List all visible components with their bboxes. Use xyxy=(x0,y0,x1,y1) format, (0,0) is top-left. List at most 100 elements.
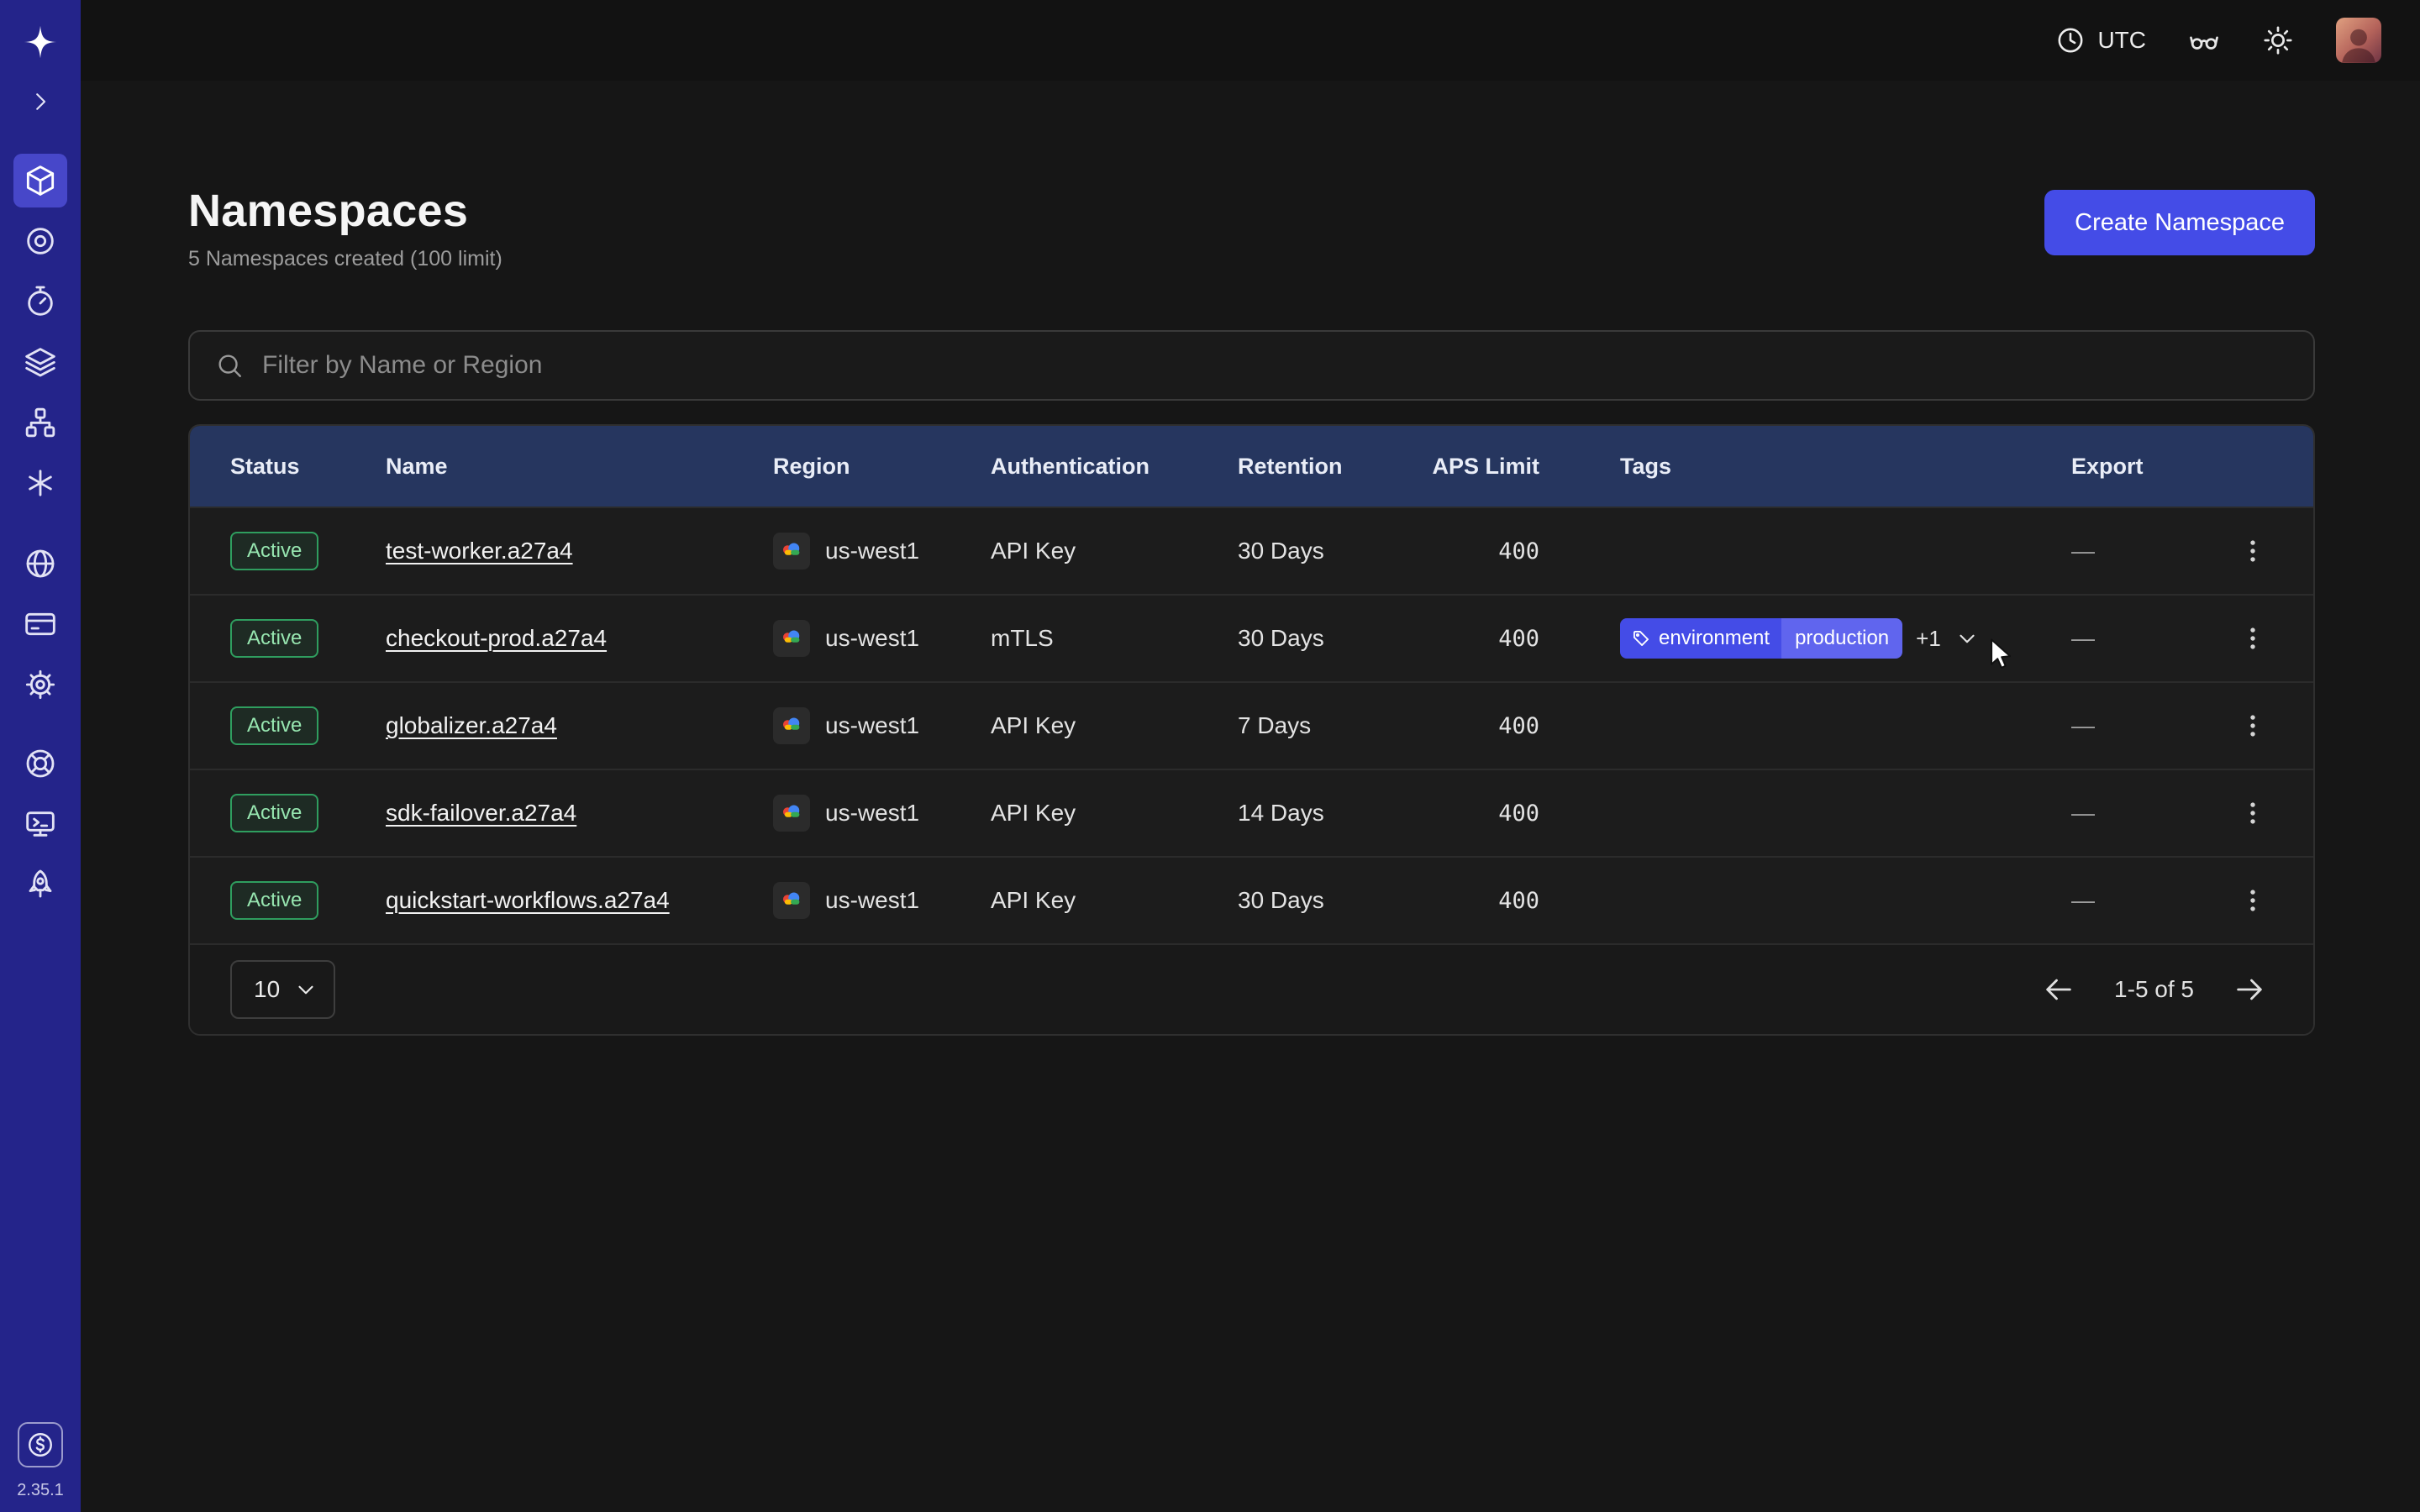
column-header-retention: Retention xyxy=(1197,454,1413,480)
sidebar-item-schedules[interactable] xyxy=(13,275,67,328)
sidebar-item-namespaces[interactable] xyxy=(13,154,67,207)
sidebar-item-usage[interactable] xyxy=(18,1422,63,1467)
retention-label: 7 Days xyxy=(1197,712,1413,739)
status-badge: Active xyxy=(230,881,318,920)
sidebar-item-billing[interactable] xyxy=(13,597,67,651)
monitor-icon xyxy=(24,807,57,841)
sidebar-item-getting-started[interactable] xyxy=(13,858,67,911)
page-heading-block: Namespaces 5 Namespaces created (100 lim… xyxy=(188,185,502,271)
gcp-icon xyxy=(773,882,810,919)
page-size-value: 10 xyxy=(254,976,280,1003)
gcp-icon xyxy=(773,707,810,744)
tag-key: environment xyxy=(1659,627,1770,650)
sidebar-item-batch-operations[interactable] xyxy=(13,456,67,510)
chevron-down-icon[interactable] xyxy=(1954,626,1980,651)
column-header-aps-limit: APS Limit xyxy=(1413,454,1580,480)
main-content: Namespaces 5 Namespaces created (100 lim… xyxy=(188,81,2315,1036)
aps-limit-value: 400 xyxy=(1413,713,1580,739)
sidebar-item-regions[interactable] xyxy=(13,537,67,591)
sidebar-item-workflows[interactable] xyxy=(13,396,67,449)
page-subtitle: 5 Namespaces created (100 limit) xyxy=(188,247,502,271)
kebab-menu-button[interactable] xyxy=(2229,615,2276,662)
gcp-icon xyxy=(773,533,810,570)
next-page-button[interactable] xyxy=(2233,973,2266,1006)
search-bar xyxy=(188,330,2315,401)
status-badge: Active xyxy=(230,706,318,745)
region-label: us-west1 xyxy=(825,538,919,564)
table-footer: 10 1-5 of 5 xyxy=(190,943,2313,1034)
column-header-export: Export xyxy=(2031,454,2192,480)
retention-label: 14 Days xyxy=(1197,800,1413,827)
dollar-icon xyxy=(26,1431,55,1459)
globe-icon xyxy=(24,547,57,580)
kebab-menu-button[interactable] xyxy=(2229,528,2276,575)
table-row: Active test-worker.a27a4 us-west1 API Ke… xyxy=(190,507,2313,594)
kebab-menu-button[interactable] xyxy=(2229,702,2276,749)
kebab-menu-button[interactable] xyxy=(2229,877,2276,924)
kebab-menu-button[interactable] xyxy=(2229,790,2276,837)
theme-toggle-sun-icon[interactable] xyxy=(2262,24,2294,56)
temporal-logo[interactable] xyxy=(13,15,67,69)
sidebar-item-settings[interactable] xyxy=(13,658,67,711)
rocket-icon xyxy=(24,868,57,901)
create-namespace-button[interactable]: Create Namespace xyxy=(2044,190,2315,255)
status-badge: Active xyxy=(230,794,318,832)
topbar: UTC xyxy=(81,0,2420,81)
table-row: Active quickstart-workflows.a27a4 us-wes… xyxy=(190,856,2313,943)
page-title: Namespaces xyxy=(188,185,502,237)
sidebar-item-monitor[interactable] xyxy=(13,797,67,851)
sidebar-nav-primary xyxy=(13,154,67,510)
gcp-icon xyxy=(773,795,810,832)
sidebar-item-deployments[interactable] xyxy=(13,335,67,389)
auth-label: API Key xyxy=(950,538,1197,564)
namespace-link[interactable]: quickstart-workflows.a27a4 xyxy=(386,887,670,914)
retention-label: 30 Days xyxy=(1197,625,1413,652)
timer-icon xyxy=(24,285,57,318)
concentric-circles-icon xyxy=(24,224,57,258)
tag-more-count: +1 xyxy=(1916,626,1941,652)
table-row: Active sdk-failover.a27a4 us-west1 API K… xyxy=(190,769,2313,856)
sidebar-item-support[interactable] xyxy=(13,737,67,790)
auth-label: mTLS xyxy=(950,625,1197,652)
namespace-link[interactable]: test-worker.a27a4 xyxy=(386,538,573,564)
credit-card-icon xyxy=(24,607,57,641)
avatar[interactable] xyxy=(2336,18,2381,63)
tag-value: production xyxy=(1781,618,1902,659)
asterisk-icon xyxy=(24,466,57,500)
aps-limit-value: 400 xyxy=(1413,888,1580,914)
sidebar-expand-button[interactable] xyxy=(13,75,67,129)
namespace-link[interactable]: checkout-prod.a27a4 xyxy=(386,625,607,652)
tags-cell: environment production +1 xyxy=(1580,618,2031,659)
region-label: us-west1 xyxy=(825,625,919,652)
namespaces-table: Status Name Region Authentication Retent… xyxy=(188,424,2315,1036)
auth-label: API Key xyxy=(950,800,1197,827)
cube-icon xyxy=(24,164,57,197)
chevron-down-icon xyxy=(293,977,318,1002)
column-header-status: Status xyxy=(190,454,345,480)
namespace-link[interactable]: sdk-failover.a27a4 xyxy=(386,800,576,827)
region-label: us-west1 xyxy=(825,800,919,827)
export-value: — xyxy=(2031,887,2192,914)
aps-limit-value: 400 xyxy=(1413,626,1580,652)
timezone-selector[interactable]: UTC xyxy=(2055,25,2146,55)
column-header-region: Region xyxy=(733,454,950,480)
auth-label: API Key xyxy=(950,712,1197,739)
timezone-label: UTC xyxy=(2097,27,2146,54)
gear-icon xyxy=(24,668,57,701)
region-label: us-west1 xyxy=(825,887,919,914)
column-header-name: Name xyxy=(345,454,733,480)
sidebar: 2.35.1 xyxy=(0,0,81,1512)
aps-limit-value: 400 xyxy=(1413,538,1580,564)
retention-label: 30 Days xyxy=(1197,538,1413,564)
aps-limit-value: 400 xyxy=(1413,801,1580,827)
search-icon xyxy=(215,351,244,380)
search-input[interactable] xyxy=(262,351,2288,380)
prev-page-button[interactable] xyxy=(2042,973,2075,1006)
sidebar-item-nexus[interactable] xyxy=(13,214,67,268)
sidebar-nav-help xyxy=(13,737,67,911)
status-badge: Active xyxy=(230,619,318,658)
page-size-select[interactable]: 10 xyxy=(230,960,335,1019)
auth-label: API Key xyxy=(950,887,1197,914)
glasses-icon[interactable] xyxy=(2188,24,2220,56)
namespace-link[interactable]: globalizer.a27a4 xyxy=(386,712,557,739)
